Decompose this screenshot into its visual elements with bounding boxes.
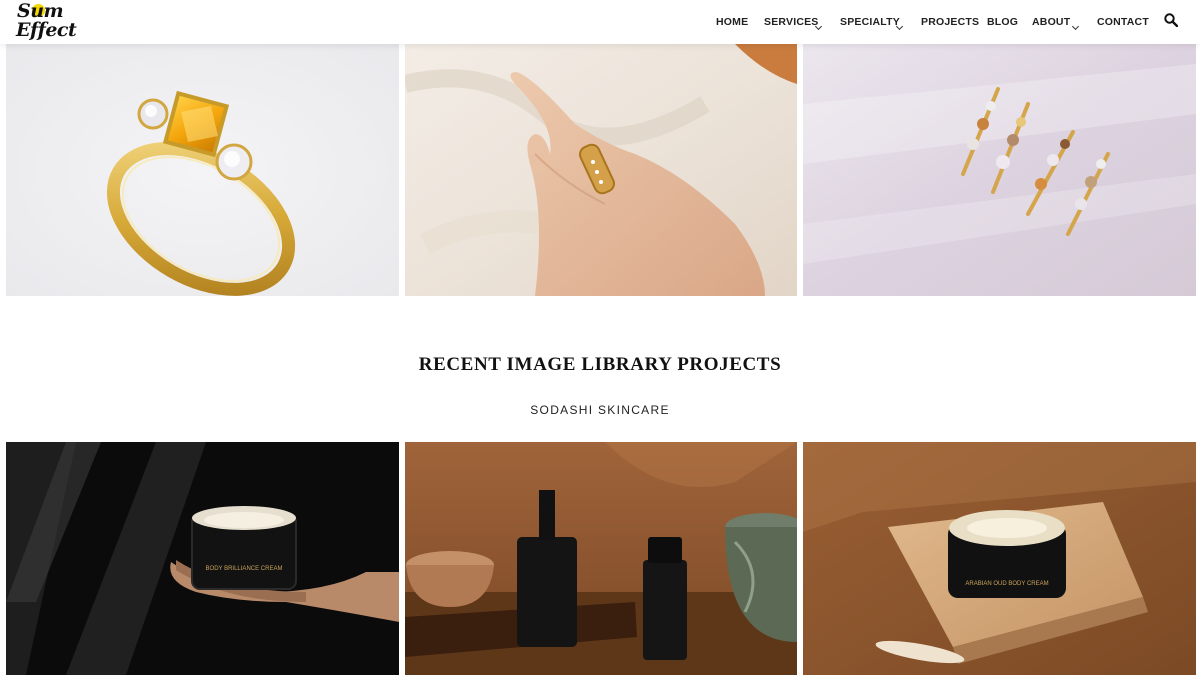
skincare-bottles-photo <box>405 442 797 675</box>
nav-services[interactable]: SERVICES <box>764 16 819 28</box>
gallery-image-skincare-bottles[interactable] <box>405 442 797 675</box>
gallery-image-earrings[interactable] <box>803 44 1196 296</box>
chevron-down-icon[interactable] <box>895 22 904 31</box>
jar-label: ARABIAN OUD BODY CREAM <box>965 581 1048 587</box>
nav-blog[interactable]: BLOG <box>987 16 1018 28</box>
nav-home[interactable]: HOME <box>716 16 748 28</box>
gallery-image-hand-ring[interactable] <box>405 44 797 296</box>
section-title: RECENT IMAGE LIBRARY PROJECTS <box>418 354 782 375</box>
ring-photo <box>6 44 399 296</box>
gallery-image-cream-jar-stone[interactable]: ARABIAN OUD BODY CREAM <box>803 442 1196 675</box>
logo-line-2: Effect <box>16 19 77 41</box>
nav-specialty[interactable]: SPECIALTY <box>840 16 900 28</box>
nav-about[interactable]: ABOUT <box>1032 16 1070 28</box>
search-icon[interactable] <box>1164 13 1178 27</box>
gallery-image-ring[interactable] <box>6 44 399 296</box>
earrings-photo <box>803 44 1196 296</box>
section-subtitle: SODASHI SKINCARE <box>530 403 670 417</box>
gallery-image-cream-jar-hand[interactable]: BODY BRILLIANCE CREAM <box>6 442 399 675</box>
site-logo[interactable]: Sum Effect <box>14 1 80 43</box>
cream-jar-hand-photo: BODY BRILLIANCE CREAM <box>6 442 399 675</box>
hand-photo <box>405 44 797 296</box>
site-header: Sum Effect HOME SERVICES SPECIALTY PROJE… <box>0 0 1200 44</box>
jar-label: BODY BRILLIANCE CREAM <box>206 566 283 572</box>
logo-line-1: Sum <box>17 0 64 22</box>
nav-contact[interactable]: CONTACT <box>1097 16 1149 28</box>
nav-projects[interactable]: PROJECTS <box>921 16 979 28</box>
cream-jar-stone-photo: ARABIAN OUD BODY CREAM <box>803 442 1196 675</box>
chevron-down-icon[interactable] <box>1071 22 1080 31</box>
chevron-down-icon[interactable] <box>814 22 823 31</box>
